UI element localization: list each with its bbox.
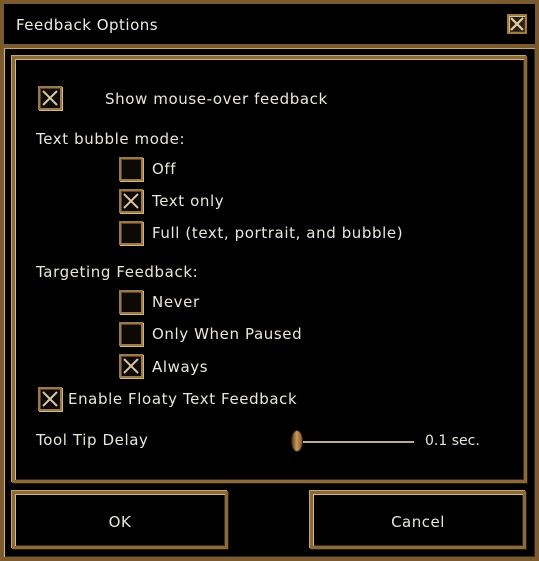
text-bubble-heading: Text bubble mode:: [36, 130, 186, 148]
text-bubble-off-checkbox[interactable]: [119, 157, 143, 181]
cancel-button-label: Cancel: [391, 513, 445, 531]
ok-button[interactable]: OK: [12, 491, 228, 549]
text-bubble-off-label: Off: [152, 160, 177, 178]
mouseover-feedback-label: Show mouse-over feedback: [105, 90, 328, 108]
ok-button-label: OK: [108, 513, 132, 531]
text-bubble-full-label: Full (text, portrait, and bubble): [152, 224, 404, 242]
text-bubble-text-only-checkbox[interactable]: [119, 189, 143, 213]
checkmark-x-icon: [123, 358, 139, 374]
targeting-only-when-paused-checkbox[interactable]: [119, 322, 143, 346]
targeting-feedback-heading: Targeting Feedback:: [36, 263, 199, 281]
tooltip-delay-value: 0.1 sec.: [425, 433, 480, 449]
tooltip-delay-slider-handle[interactable]: [291, 430, 303, 452]
text-bubble-text-only-label: Text only: [152, 192, 225, 210]
tooltip-delay-slider-track[interactable]: [300, 441, 414, 443]
targeting-always-checkbox[interactable]: [119, 354, 143, 378]
feedback-options-dialog: Feedback Options Show mouse-over feedbac…: [0, 0, 539, 561]
targeting-never-checkbox[interactable]: [119, 290, 143, 314]
text-bubble-full-checkbox[interactable]: [119, 221, 143, 245]
tooltip-delay-label: Tool Tip Delay: [36, 431, 149, 449]
floaty-text-checkbox[interactable]: [38, 387, 62, 411]
close-x-icon: [510, 17, 524, 31]
title-bar: Feedback Options: [4, 4, 535, 48]
targeting-never-label: Never: [152, 293, 200, 311]
targeting-always-label: Always: [152, 358, 209, 376]
floaty-text-label: Enable Floaty Text Feedback: [68, 390, 298, 408]
targeting-only-when-paused-label: Only When Paused: [152, 325, 303, 343]
cancel-button[interactable]: Cancel: [310, 491, 526, 549]
dialog-title: Feedback Options: [16, 16, 159, 34]
checkmark-x-icon: [123, 193, 139, 209]
checkmark-x-icon: [42, 391, 58, 407]
mouseover-feedback-checkbox[interactable]: [38, 86, 62, 110]
close-button[interactable]: [507, 14, 527, 34]
checkmark-x-icon: [42, 90, 58, 106]
